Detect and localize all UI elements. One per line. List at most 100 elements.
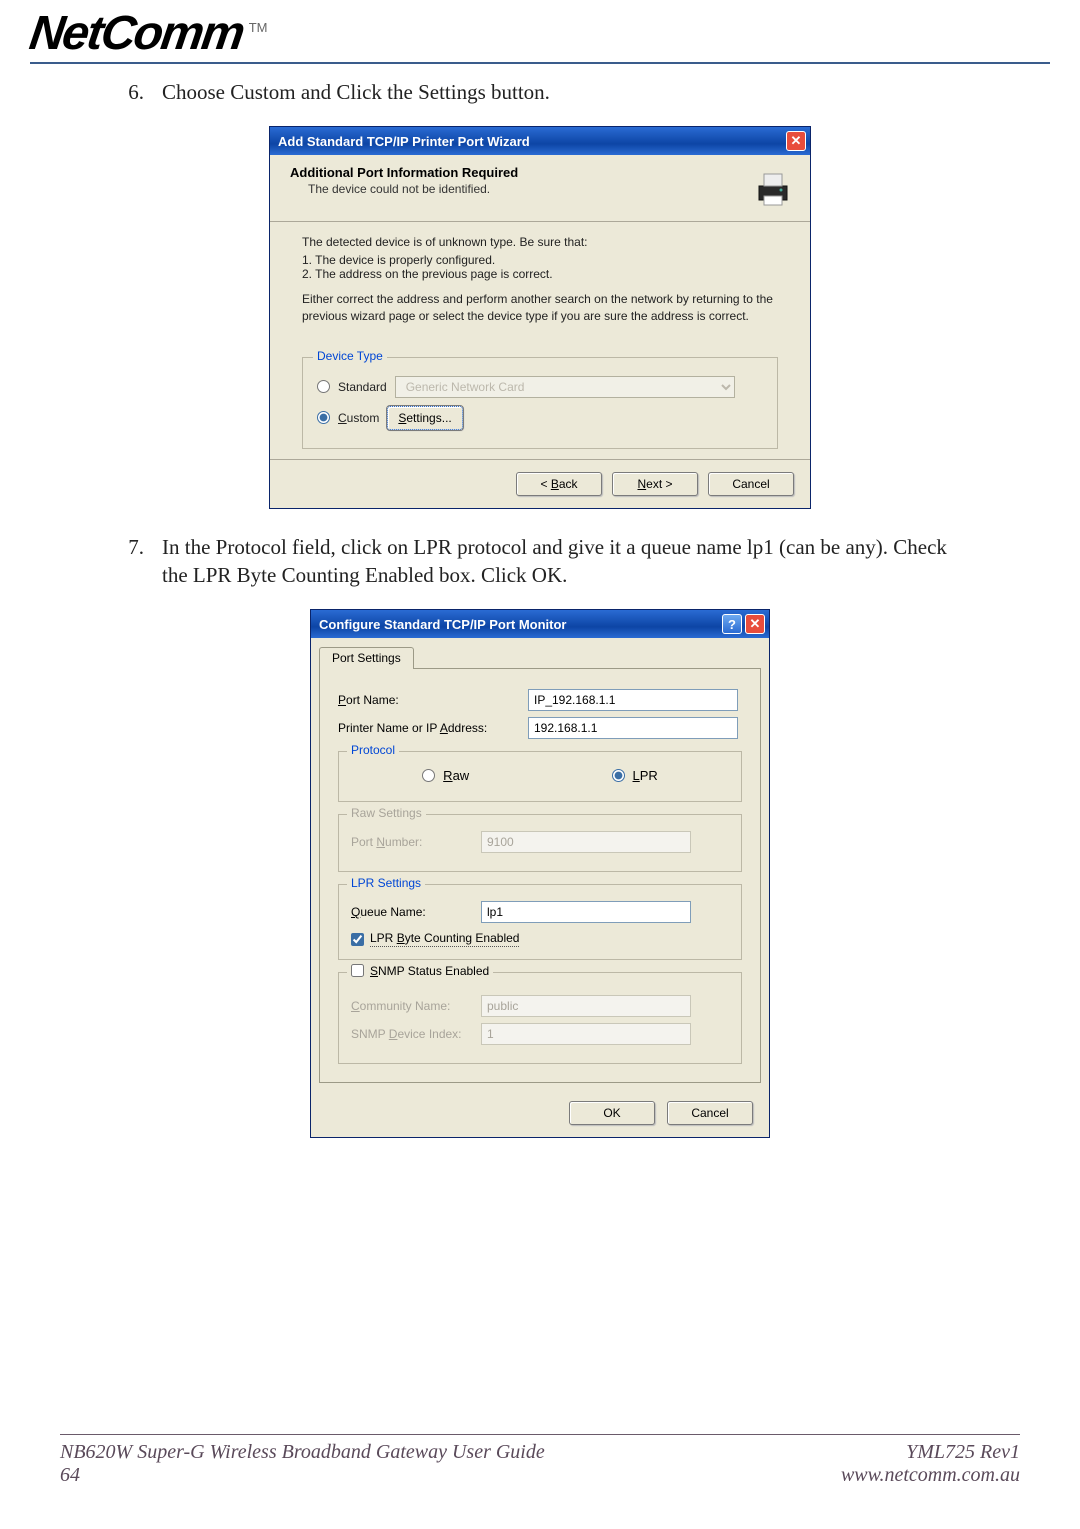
back-button[interactable]: < Back bbox=[516, 472, 602, 496]
footer-guide-title: NB620W Super-G Wireless Broadband Gatewa… bbox=[60, 1441, 545, 1464]
ok-label: OK bbox=[603, 1106, 620, 1120]
printer-addr-pre: Printer Name or IP bbox=[338, 721, 440, 735]
snmp-status-rest: NMP Status Enabled bbox=[378, 964, 489, 978]
lpr-label: LPR bbox=[633, 768, 658, 783]
help-icon[interactable]: ? bbox=[722, 614, 742, 634]
raw-rest: aw bbox=[453, 768, 470, 783]
community-u: C bbox=[351, 999, 360, 1013]
snmp-index-row: SNMP Device Index: bbox=[351, 1023, 729, 1045]
wizard-dialog: Add Standard TCP/IP Printer Port Wizard … bbox=[269, 126, 811, 508]
printer-icon bbox=[750, 165, 796, 211]
close-icon[interactable]: ✕ bbox=[786, 131, 806, 151]
snmp-status-u: S bbox=[370, 964, 378, 978]
tab-port-settings[interactable]: Port Settings bbox=[319, 647, 414, 669]
wizard-buttonbar: < Back Next > Cancel bbox=[270, 459, 810, 508]
monitor-dialog: Configure Standard TCP/IP Port Monitor ?… bbox=[310, 609, 770, 1137]
lpr-settings-legend: LPR Settings bbox=[347, 876, 425, 890]
step-6: 6. Choose Custom and Click the Settings … bbox=[120, 78, 960, 106]
ok-button[interactable]: OK bbox=[569, 1101, 655, 1125]
back-rest: ack bbox=[559, 477, 578, 491]
standard-u: Standard bbox=[338, 380, 387, 394]
cancel-label: Cancel bbox=[732, 477, 769, 491]
lpr-byte-checkbox[interactable] bbox=[351, 933, 364, 946]
raw-label: Raw bbox=[443, 768, 469, 783]
snmp-index-pre: SNMP bbox=[351, 1027, 389, 1041]
snmp-status-label: SNMP Status Enabled bbox=[370, 964, 489, 978]
printer-addr-label: Printer Name or IP Address: bbox=[338, 721, 528, 735]
back-pre: < bbox=[540, 477, 550, 491]
cancel-button[interactable]: Cancel bbox=[708, 472, 794, 496]
main-content: 6. Choose Custom and Click the Settings … bbox=[0, 70, 1080, 1162]
trademark: TM bbox=[249, 20, 268, 35]
logo: NetComm TM bbox=[30, 10, 1050, 58]
device-type-group: Device Type Standard Generic Network Car… bbox=[302, 357, 778, 449]
queue-rest: ueue Name: bbox=[360, 905, 425, 919]
lpr-settings-group: LPR Settings Queue Name: LPR Byte Counti… bbox=[338, 884, 742, 959]
printer-addr-input[interactable] bbox=[528, 717, 738, 739]
lpr-byte-u: B bbox=[397, 931, 405, 945]
next-button[interactable]: Next > bbox=[612, 472, 698, 496]
footer-rule bbox=[60, 1434, 1020, 1435]
step-7: 7. In the Protocol field, click on LPR p… bbox=[120, 533, 960, 590]
snmp-status-checkbox[interactable] bbox=[351, 964, 364, 977]
snmp-index-input bbox=[481, 1023, 691, 1045]
brand-text: NetComm bbox=[27, 10, 246, 58]
custom-radio-row: Custom Settings... bbox=[317, 406, 763, 430]
settings-button[interactable]: Settings... bbox=[387, 406, 462, 430]
wizard-para1-l1: 1. The device is properly configured. bbox=[302, 253, 778, 267]
protocol-legend: Protocol bbox=[347, 743, 399, 757]
queue-input[interactable] bbox=[481, 901, 691, 923]
cancel-button[interactable]: Cancel bbox=[667, 1101, 753, 1125]
next-u: N bbox=[637, 477, 646, 491]
lpr-rest: PR bbox=[640, 768, 658, 783]
footer-row: NB620W Super-G Wireless Broadband Gatewa… bbox=[60, 1441, 1020, 1487]
community-label: Community Name: bbox=[351, 999, 481, 1013]
lpr-byte-label: LPR Byte Counting Enabled bbox=[370, 931, 519, 946]
wizard-para2: Either correct the address and perform a… bbox=[302, 291, 778, 325]
lpr-byte-row: LPR Byte Counting Enabled bbox=[351, 931, 729, 946]
printer-addr-row: Printer Name or IP Address: bbox=[338, 717, 742, 739]
community-row: Community Name: bbox=[351, 995, 729, 1017]
snmp-group: SNMP Status Enabled Community Name: SNMP… bbox=[338, 972, 742, 1064]
wizard-para1-l2: 2. The address on the previous page is c… bbox=[302, 267, 778, 281]
queue-u: Q bbox=[351, 905, 360, 919]
printer-addr-rest: ddress: bbox=[448, 721, 487, 735]
standard-radio-row: Standard Generic Network Card bbox=[317, 376, 763, 398]
wizard-screenshot: Add Standard TCP/IP Printer Port Wizard … bbox=[120, 120, 960, 532]
header-rule bbox=[30, 62, 1050, 64]
port-name-rest: ort Name: bbox=[346, 693, 399, 707]
close-icon[interactable]: ✕ bbox=[745, 614, 765, 634]
raw-radio-row: Raw bbox=[422, 768, 469, 783]
page-header: NetComm TM bbox=[0, 0, 1080, 70]
footer-left: NB620W Super-G Wireless Broadband Gatewa… bbox=[60, 1441, 545, 1487]
wizard-title: Add Standard TCP/IP Printer Port Wizard bbox=[278, 134, 530, 149]
wizard-header-bold: Additional Port Information Required bbox=[290, 165, 750, 180]
port-name-label: Port Name: bbox=[338, 693, 528, 707]
wizard-para1-intro: The detected device is of unknown type. … bbox=[302, 234, 778, 251]
custom-rest: ustom bbox=[347, 411, 380, 425]
custom-u: C bbox=[338, 411, 347, 425]
port-number-input bbox=[481, 831, 691, 853]
step-text: Choose Custom and Click the Settings but… bbox=[162, 78, 960, 106]
footer-right: YML725 Rev1 www.netcomm.com.au bbox=[841, 1441, 1020, 1487]
monitor-screenshot: Configure Standard TCP/IP Port Monitor ?… bbox=[120, 603, 960, 1161]
step-number: 7. bbox=[120, 533, 144, 590]
printer-addr-u: A bbox=[440, 721, 448, 735]
raw-radio[interactable] bbox=[422, 769, 435, 782]
port-name-row: Port Name: bbox=[338, 689, 742, 711]
lpr-radio[interactable] bbox=[612, 769, 625, 782]
port-number-rest: umber: bbox=[385, 835, 422, 849]
wizard-subheader: Additional Port Information Required The… bbox=[270, 155, 810, 222]
monitor-buttonbar: OK Cancel bbox=[311, 1093, 769, 1137]
standard-radio[interactable] bbox=[317, 380, 330, 393]
queue-label: Queue Name: bbox=[351, 905, 481, 919]
device-type-legend: Device Type bbox=[313, 349, 387, 363]
monitor-titlebar-buttons: ? ✕ bbox=[722, 614, 765, 634]
cancel-label: Cancel bbox=[691, 1106, 728, 1120]
wizard-header-text: Additional Port Information Required The… bbox=[290, 165, 750, 211]
port-name-input[interactable] bbox=[528, 689, 738, 711]
step-number: 6. bbox=[120, 78, 144, 106]
raw-settings-group: Raw Settings Port Number: bbox=[338, 814, 742, 872]
wizard-body: The detected device is of unknown type. … bbox=[270, 222, 810, 458]
custom-radio[interactable] bbox=[317, 411, 330, 424]
